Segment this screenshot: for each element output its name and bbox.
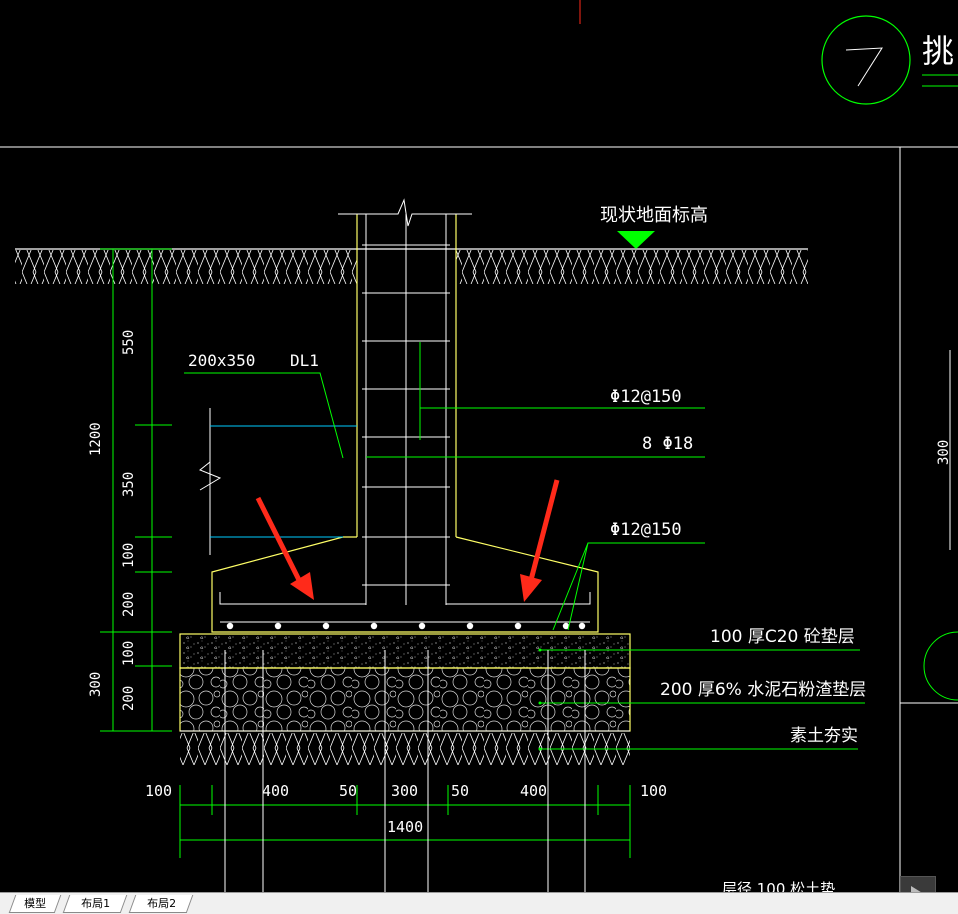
c20-concrete-cushion [179, 633, 631, 669]
layer1-label: 100 厚C20 砼垫层 [710, 627, 855, 647]
hdim-100-right: 100 [640, 782, 667, 800]
beam-size-label: 200x350 [188, 351, 255, 370]
hdim-1400: 1400 [387, 818, 423, 836]
dim-550: 550 [121, 330, 137, 355]
layer2-label: 200 厚6% 水泥石粉渣垫层 [660, 680, 866, 700]
cement-slag-cushion [179, 667, 631, 732]
detail-number-text: 1 [0, 0, 1, 1]
tab-layout2[interactable]: 布局2 [128, 895, 194, 913]
dim-cushion-200: 200 [121, 686, 137, 711]
beam-name-label: DL1 [290, 351, 319, 370]
detail-number-circle: 1 [0, 0, 911, 105]
red-arrow-right-icon [520, 479, 560, 602]
dim-cushion-300: 300 [88, 672, 104, 697]
red-arrow-left-icon [255, 496, 314, 600]
dim-100: 100 [121, 543, 137, 568]
right-partial-dim: 300 [936, 440, 952, 465]
hdim-400-left: 400 [262, 782, 289, 800]
hdim-50-right: 50 [451, 782, 469, 800]
dim-cushion-100: 100 [121, 641, 137, 666]
main-rebar-label: 8 Φ18 [642, 434, 693, 454]
detail-title-fragment: 挑 [922, 32, 954, 70]
dim-350: 350 [121, 472, 137, 497]
rebar-dots [226, 622, 586, 630]
hdim-50-left: 50 [339, 782, 357, 800]
hdim-400-right: 400 [520, 782, 547, 800]
stirrup-label: Φ12@150 [610, 387, 682, 407]
tab-layout1[interactable]: 布局1 [62, 895, 128, 913]
hdim-300: 300 [391, 782, 418, 800]
dim-1200: 1200 [88, 422, 104, 456]
ground-level-label: 现状地面标高 [600, 205, 708, 226]
dim-200: 200 [121, 592, 137, 617]
layer3-label: 素土夯实 [790, 726, 858, 746]
hdim-100-left: 100 [145, 782, 172, 800]
tab-model[interactable]: 模型 [8, 895, 62, 913]
column [338, 198, 472, 605]
base-rebar-label: Φ12@150 [610, 520, 682, 540]
cad-drawing-canvas[interactable]: 1 挑 300 现状地面标高 200x350 DL1 Φ12@150 8 Φ18… [0, 0, 958, 895]
layout-tab-bar: 模型 布局1 布局2 [0, 892, 958, 914]
elevation-marker-icon [617, 231, 655, 249]
